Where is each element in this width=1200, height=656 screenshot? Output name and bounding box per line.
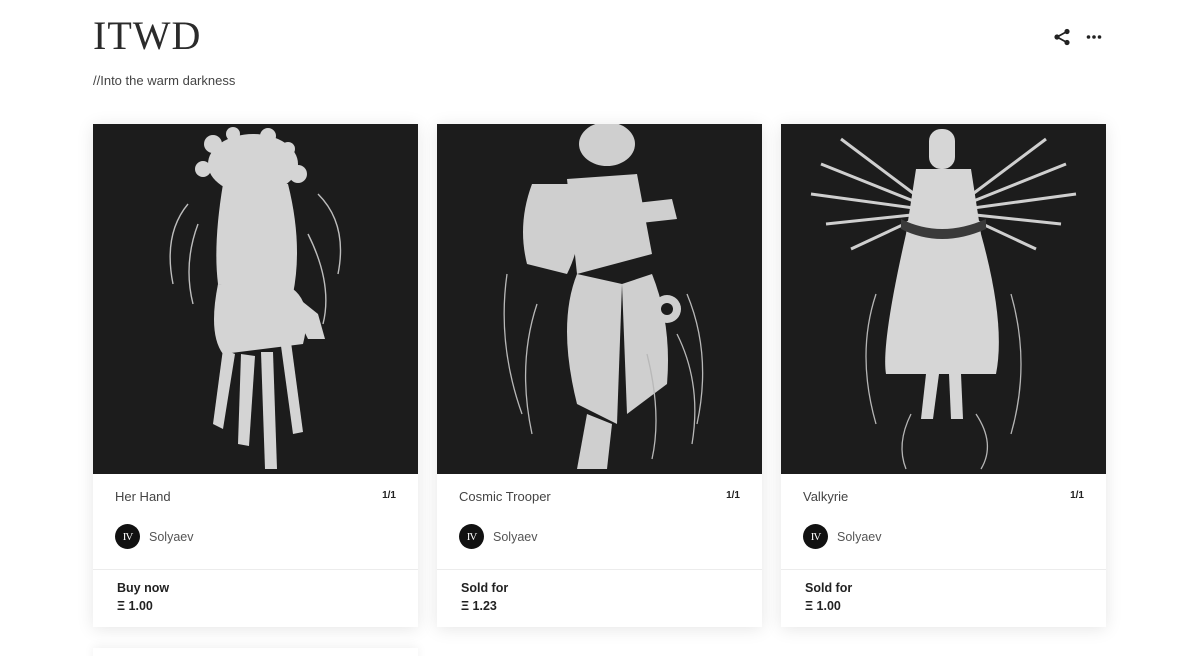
edition-badge: 1/1	[382, 490, 396, 501]
creator-name[interactable]: Solyaev	[149, 530, 193, 544]
price-section: Sold for Ξ 1.23	[437, 570, 762, 624]
price-label: Buy now	[117, 581, 170, 595]
artwork-name[interactable]: Her Hand	[115, 489, 396, 504]
artwork-name[interactable]: Cosmic Trooper	[459, 489, 740, 504]
more-horizontal-icon[interactable]	[1083, 26, 1105, 48]
price-section: Sold for Ξ 1.00	[781, 570, 1106, 624]
artwork-info: Valkyrie 1/1 IV Solyaev	[781, 474, 1106, 570]
price-value: Ξ 1.00	[805, 599, 841, 613]
next-row-card-edge	[93, 648, 418, 656]
artwork-image-cosmic-trooper[interactable]	[437, 124, 762, 474]
creator[interactable]: IV Solyaev	[803, 524, 1084, 549]
collection-subtitle: //Into the warm darkness	[93, 73, 236, 88]
price-section: Buy now Ξ 1.00	[93, 570, 418, 624]
collection-header: ITWD //Into the warm darkness	[93, 14, 1105, 94]
artwork-info: Her Hand 1/1 IV Solyaev	[93, 474, 418, 570]
avatar[interactable]: IV	[459, 524, 484, 549]
artwork-card[interactable]: Cosmic Trooper 1/1 IV Solyaev Sold for Ξ…	[437, 124, 762, 627]
artwork-image-her-hand[interactable]	[93, 124, 418, 474]
artwork-card[interactable]: Her Hand 1/1 IV Solyaev Buy now Ξ 1.00	[93, 124, 418, 627]
price-value: Ξ 1.00	[117, 599, 153, 613]
header-actions	[1051, 26, 1105, 48]
creator-name[interactable]: Solyaev	[493, 530, 537, 544]
share-icon[interactable]	[1051, 26, 1073, 48]
creator[interactable]: IV Solyaev	[115, 524, 396, 549]
artwork-name[interactable]: Valkyrie	[803, 489, 1084, 504]
collection-title: ITWD	[93, 13, 202, 58]
artwork-image-valkyrie[interactable]	[781, 124, 1106, 474]
avatar[interactable]: IV	[115, 524, 140, 549]
artwork-card[interactable]: Valkyrie 1/1 IV Solyaev Sold for Ξ 1.00	[781, 124, 1106, 627]
price-value: Ξ 1.23	[461, 599, 497, 613]
edition-badge: 1/1	[726, 490, 740, 501]
edition-badge: 1/1	[1070, 490, 1084, 501]
creator-name[interactable]: Solyaev	[837, 530, 881, 544]
artwork-info: Cosmic Trooper 1/1 IV Solyaev	[437, 474, 762, 570]
price-label: Sold for	[805, 581, 853, 595]
creator[interactable]: IV Solyaev	[459, 524, 740, 549]
price-label: Sold for	[461, 581, 509, 595]
avatar[interactable]: IV	[803, 524, 828, 549]
artwork-grid: Her Hand 1/1 IV Solyaev Buy now Ξ 1.00 C…	[93, 124, 1106, 627]
